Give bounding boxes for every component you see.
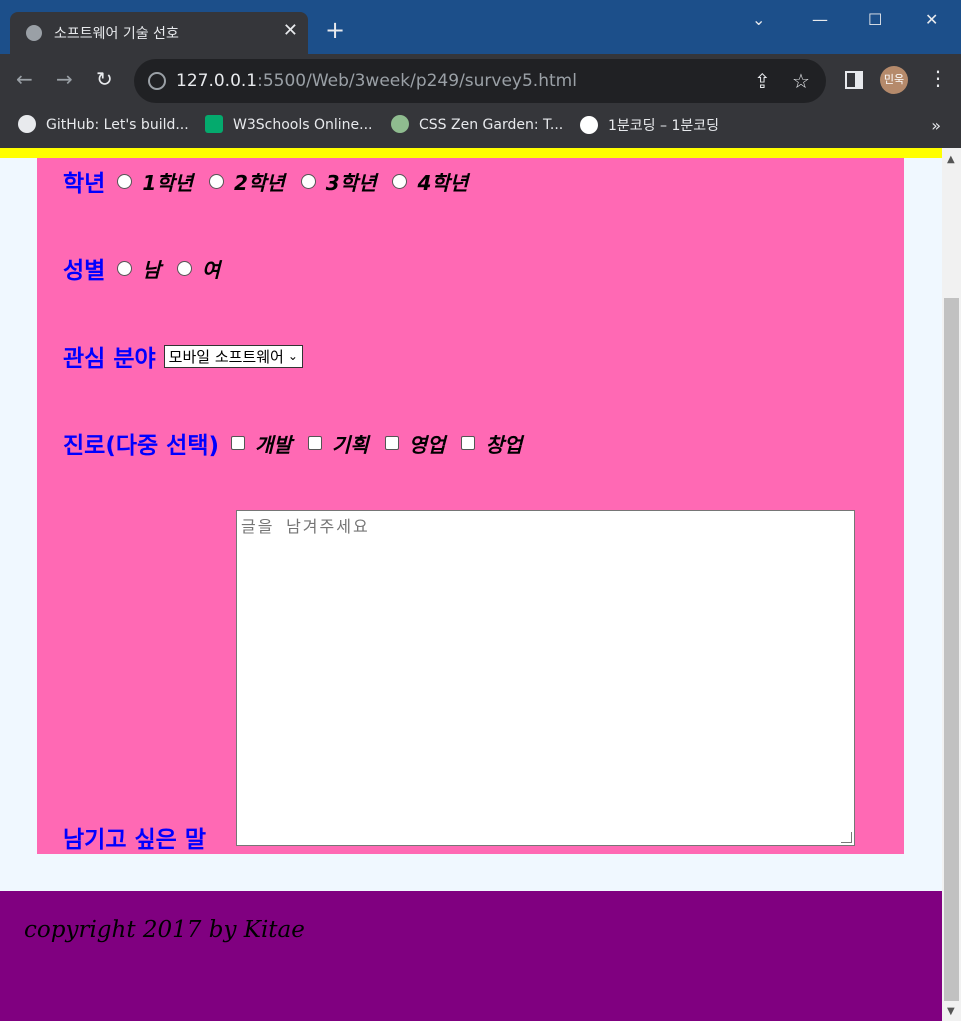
- url-text[interactable]: 127.0.0.1:5500/Web/3week/p249/survey5.ht…: [176, 71, 577, 91]
- survey-form: 학년 1학년 2학년 3학년 4학년 성별 남 여 관심 분야 모바일 소프트웨…: [37, 158, 904, 854]
- tab-search-icon[interactable]: ⌄: [752, 10, 765, 29]
- gender-radio-female[interactable]: [176, 260, 192, 276]
- page-viewport: 학년 1학년 2학년 3학년 4학년 성별 남 여 관심 분야 모바일 소프트웨…: [0, 148, 942, 1021]
- grade-radio-2[interactable]: [209, 173, 225, 189]
- career-option-sales: 영업: [408, 432, 446, 457]
- page-scrollbar[interactable]: ▲ ▼: [942, 148, 961, 1021]
- grade-label: 학년: [63, 171, 106, 197]
- career-checkbox-plan[interactable]: [307, 436, 322, 450]
- gender-option-male: 남: [142, 257, 161, 282]
- address-bar[interactable]: 127.0.0.1:5500/Web/3week/p249/survey5.ht…: [134, 59, 826, 103]
- resize-handle-icon[interactable]: [841, 832, 852, 843]
- career-checkbox-startup[interactable]: [461, 436, 476, 450]
- grade-option-4: 4학년: [417, 170, 469, 195]
- profile-avatar[interactable]: 민욱: [880, 66, 908, 94]
- interest-row: 관심 분야 모바일 소프트웨어 ⌄: [63, 339, 303, 373]
- bookmarks-bar: GitHub: Let's build... W3Schools Online.…: [0, 108, 961, 148]
- grade-row: 학년 1학년 2학년 3학년 4학년: [63, 164, 472, 198]
- scroll-down-icon[interactable]: ▼: [947, 1006, 955, 1017]
- gender-radio-male[interactable]: [117, 260, 133, 276]
- zen-garden-icon: [391, 115, 409, 133]
- career-checkbox-sales[interactable]: [384, 436, 399, 450]
- globe-icon: [26, 25, 42, 41]
- comment-placeholder: 글을 남겨주세요: [241, 517, 370, 536]
- comment-label: 남기고 싶은 말: [63, 827, 206, 853]
- bookmark-css-zen-garden[interactable]: CSS Zen Garden: T...: [391, 115, 563, 133]
- back-icon[interactable]: ←: [16, 69, 33, 89]
- browser-toolbar: ← → ↻ 127.0.0.1:5500/Web/3week/p249/surv…: [0, 54, 961, 108]
- career-label: 진로(다중 선택): [63, 433, 219, 459]
- browser-tab[interactable]: 소프트웨어 기술 선호 ✕: [10, 12, 308, 54]
- site-info-icon[interactable]: [148, 72, 166, 90]
- gender-row: 성별 남 여: [63, 251, 224, 285]
- github-icon: [18, 115, 36, 133]
- comment-row: 남기고 싶은 말: [63, 820, 206, 854]
- more-bookmarks-icon[interactable]: »: [931, 116, 941, 135]
- comment-textarea[interactable]: 글을 남겨주세요: [236, 510, 855, 846]
- w3schools-icon: [205, 115, 223, 133]
- career-row: 진로(다중 선택) 개발 기획 영업 창업: [63, 426, 526, 460]
- header-strip: [0, 148, 942, 158]
- bookmark-github[interactable]: GitHub: Let's build...: [18, 115, 189, 133]
- new-tab-button[interactable]: +: [325, 18, 345, 42]
- scroll-thumb[interactable]: [944, 298, 959, 1001]
- 1bun-coding-icon: [580, 116, 598, 134]
- close-tab-icon[interactable]: ✕: [283, 20, 298, 41]
- career-checkbox-dev[interactable]: [231, 436, 245, 450]
- grade-radio-4[interactable]: [392, 173, 408, 189]
- interest-select[interactable]: 모바일 소프트웨어 ⌄: [163, 344, 303, 368]
- footer: copyright 2017 by Kitae: [0, 891, 942, 1021]
- chevron-down-icon: ⌄: [287, 349, 298, 363]
- minimize-icon[interactable]: —: [812, 10, 828, 29]
- browser-titlebar: 소프트웨어 기술 선호 ✕ + ⌄ — ☐ ✕: [0, 0, 961, 54]
- tab-title: 소프트웨어 기술 선호: [54, 26, 179, 42]
- bookmark-star-icon[interactable]: ☆: [792, 69, 810, 93]
- bookmark-1bun-coding[interactable]: 1분코딩 – 1분코딩: [580, 115, 719, 135]
- career-option-startup: 창업: [485, 432, 523, 457]
- gender-option-female: 여: [201, 257, 221, 282]
- close-window-icon[interactable]: ✕: [925, 10, 938, 29]
- grade-option-2: 2학년: [234, 170, 285, 195]
- bookmark-w3schools[interactable]: W3Schools Online...: [205, 115, 372, 133]
- gender-label: 성별: [63, 258, 106, 284]
- grade-radio-1[interactable]: [117, 173, 133, 189]
- career-option-plan: 기획: [331, 432, 369, 457]
- grade-option-1: 1학년: [142, 170, 194, 195]
- career-option-dev: 개발: [255, 432, 292, 457]
- copyright-text: copyright 2017 by Kitae: [24, 917, 305, 943]
- grade-radio-3[interactable]: [300, 173, 316, 189]
- scroll-up-icon[interactable]: ▲: [947, 154, 955, 165]
- interest-label: 관심 분야: [63, 346, 156, 372]
- side-panel-icon[interactable]: [845, 71, 863, 89]
- reload-icon[interactable]: ↻: [96, 69, 113, 89]
- maximize-icon[interactable]: ☐: [868, 10, 882, 29]
- more-menu-icon[interactable]: ⋮: [928, 66, 948, 90]
- share-icon[interactable]: ⇪: [754, 69, 771, 93]
- forward-icon[interactable]: →: [56, 69, 73, 89]
- grade-option-3: 3학년: [325, 170, 377, 195]
